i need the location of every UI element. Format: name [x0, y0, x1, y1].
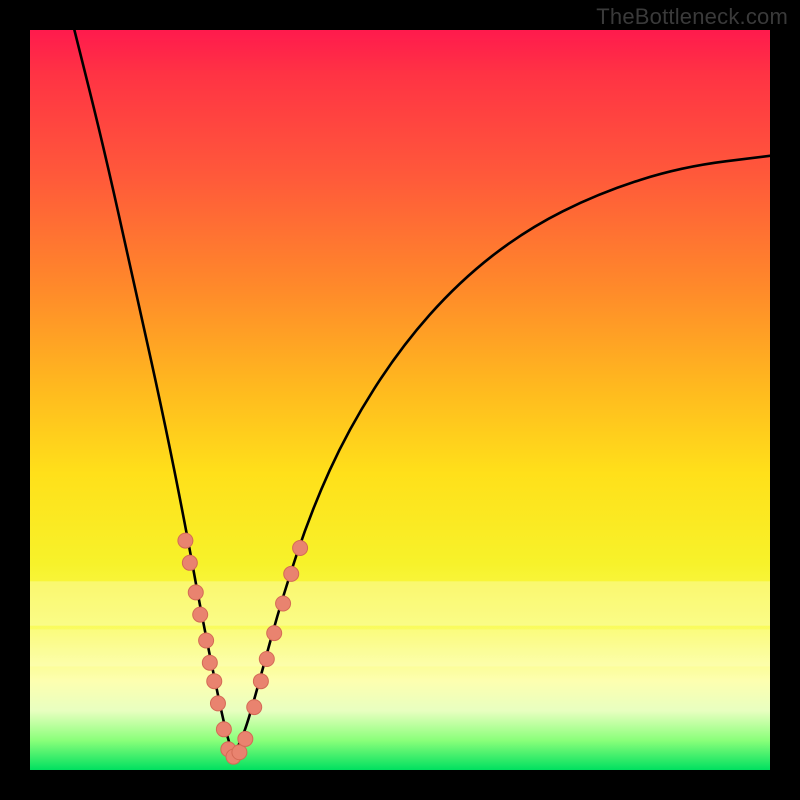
data-marker: [188, 585, 203, 600]
data-marker: [199, 633, 214, 648]
data-marker: [247, 700, 262, 715]
chart-frame: TheBottleneck.com: [0, 0, 800, 800]
data-marker: [238, 731, 253, 746]
data-marker: [182, 555, 197, 570]
plot-area: [30, 30, 770, 770]
data-marker: [259, 652, 274, 667]
data-marker: [253, 674, 268, 689]
data-marker: [232, 745, 247, 760]
highlight-band: [30, 629, 770, 666]
data-marker: [284, 566, 299, 581]
plot-svg: [30, 30, 770, 770]
data-marker: [210, 696, 225, 711]
data-marker: [267, 626, 282, 641]
data-marker: [178, 533, 193, 548]
data-marker: [293, 541, 308, 556]
highlight-band: [30, 581, 770, 625]
data-marker: [276, 596, 291, 611]
data-marker: [193, 607, 208, 622]
data-marker: [207, 674, 222, 689]
data-marker: [202, 655, 217, 670]
watermark-text: TheBottleneck.com: [596, 4, 788, 30]
data-marker: [216, 722, 231, 737]
